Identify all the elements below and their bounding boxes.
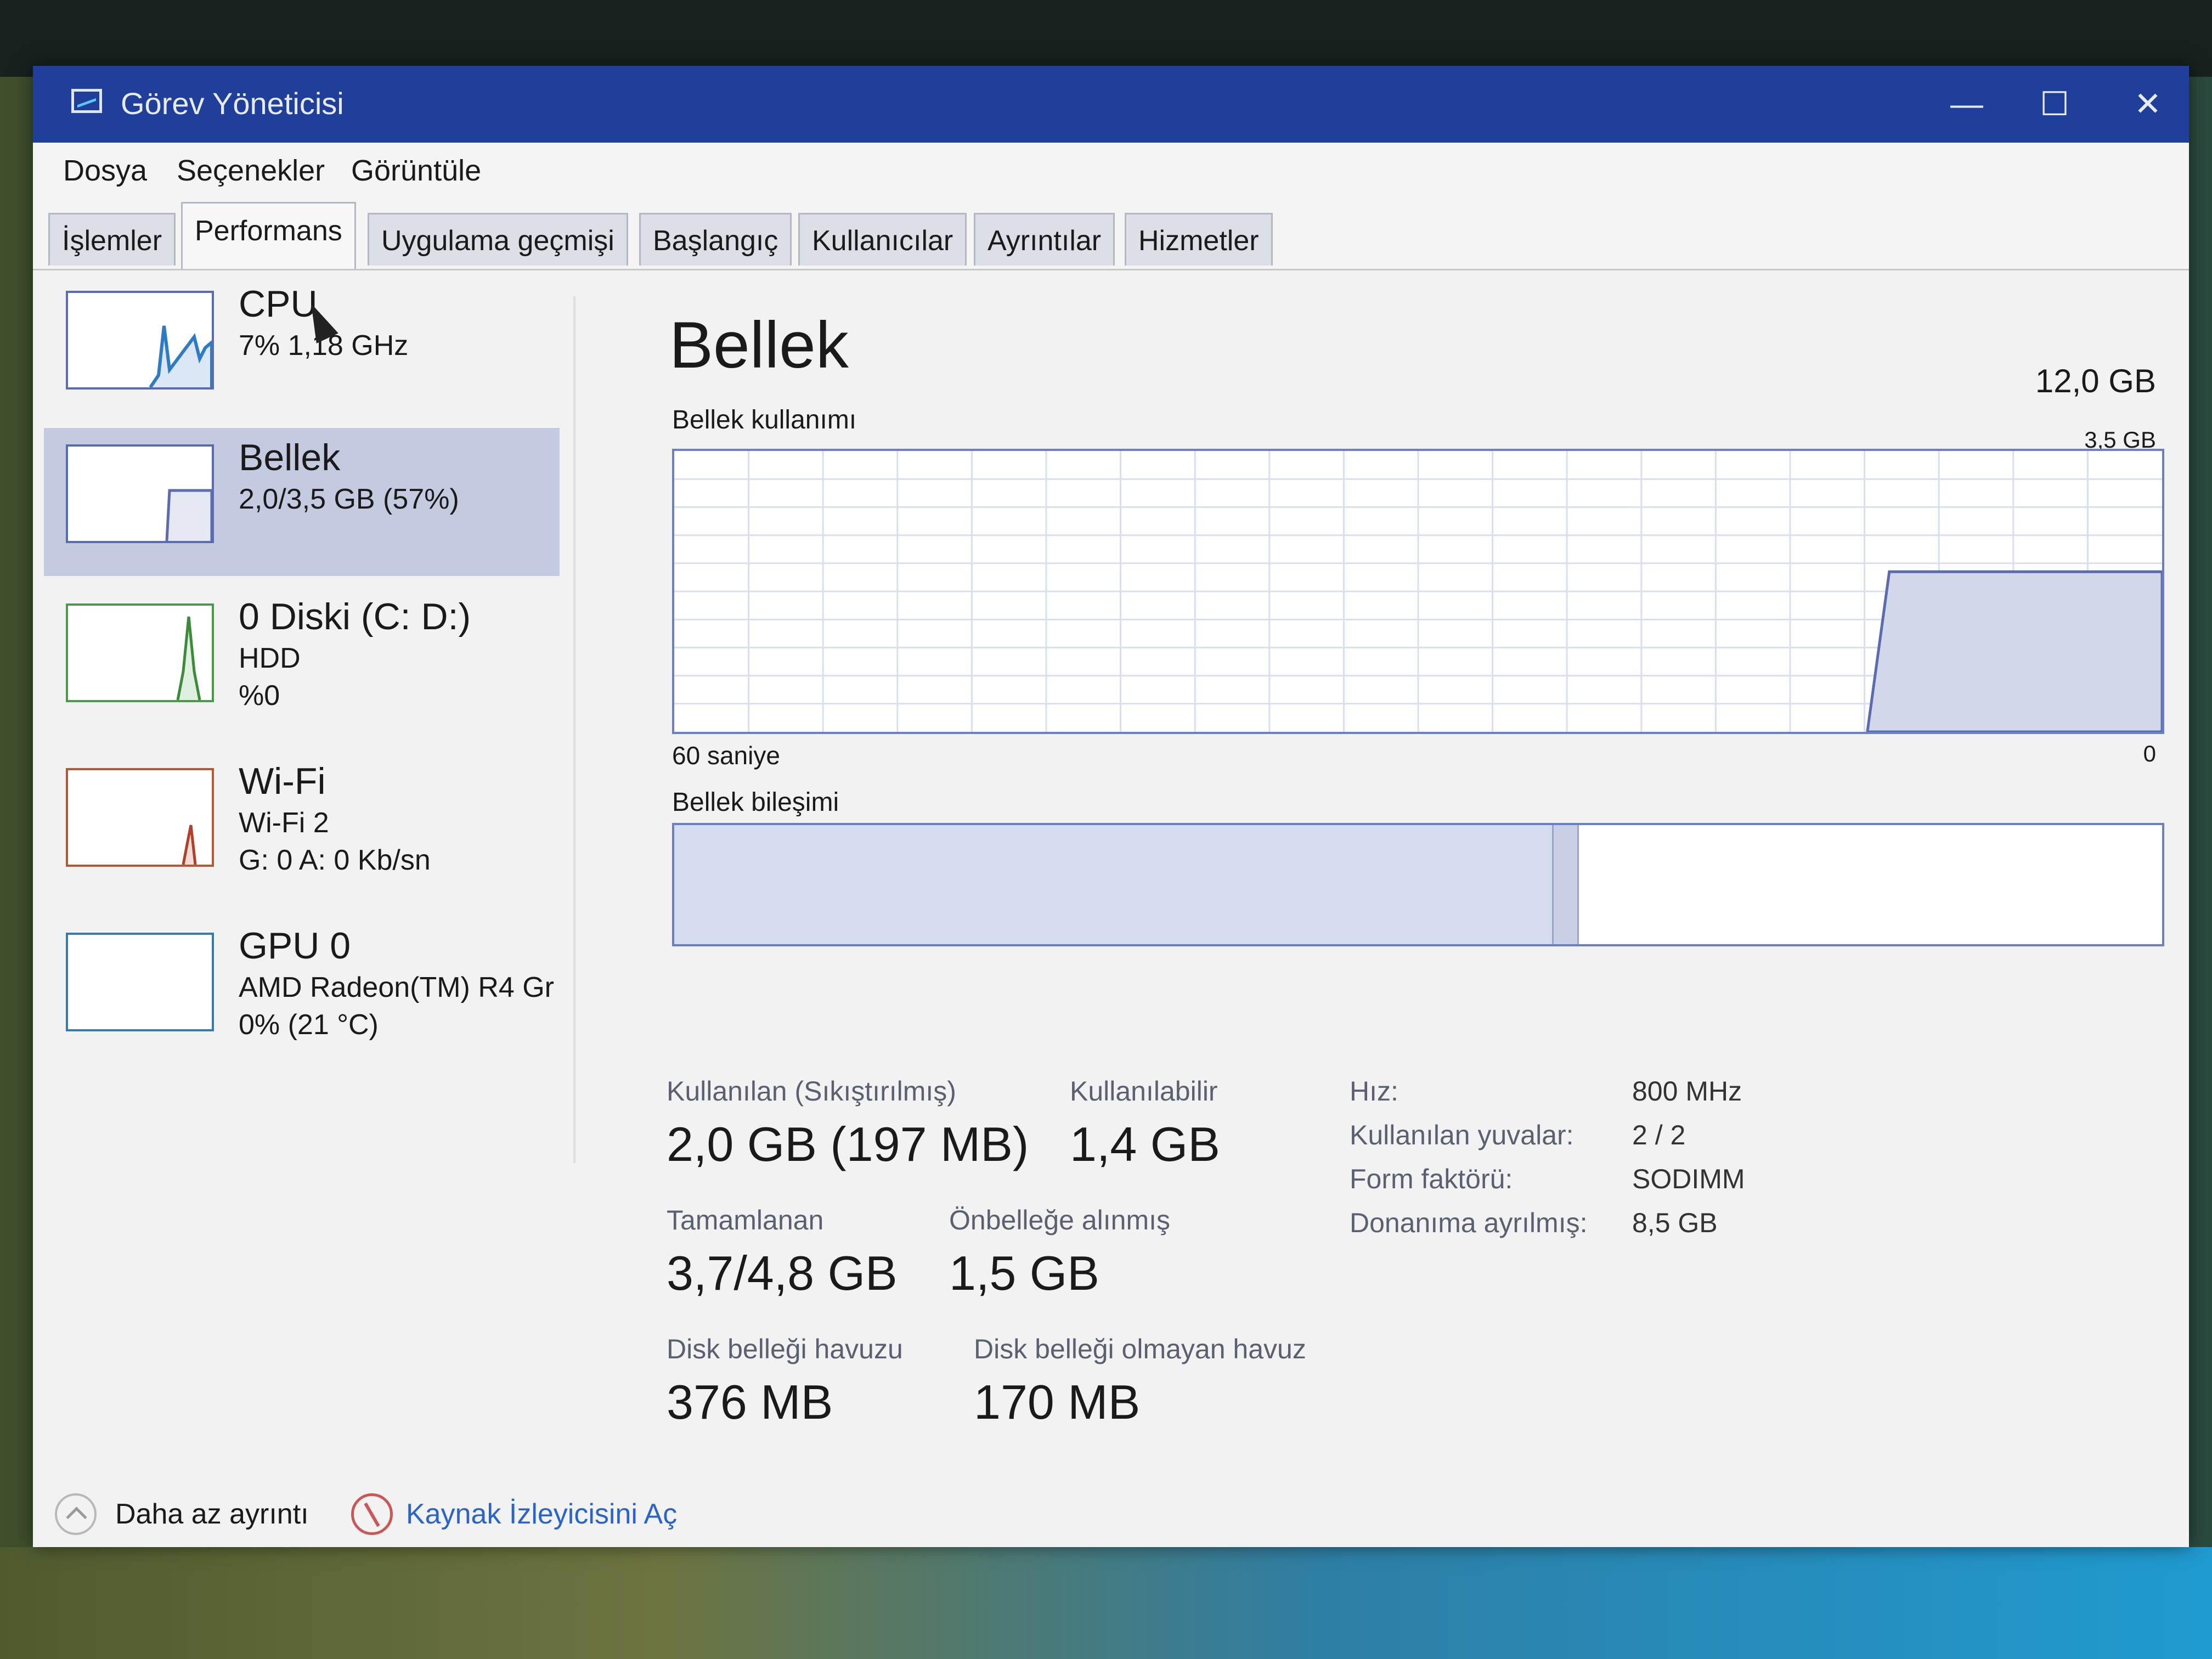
disk-thumbnail-graph [66, 603, 214, 702]
stat-available-label: Kullanılabilir [1070, 1076, 1218, 1107]
cpu-thumbnail-graph [66, 291, 214, 390]
open-resource-monitor-link[interactable]: Kaynak İzleyicisini Aç [406, 1498, 677, 1531]
stat-paged-pool-label: Disk belleği havuzu [667, 1334, 903, 1364]
close-button[interactable]: ✕ [2123, 82, 2172, 126]
tab-bar: İşlemler Performans Uygulama geçmişi Baş… [33, 198, 2189, 270]
maximize-button[interactable]: ☐ [2030, 82, 2079, 126]
fewer-details-button[interactable]: Daha az ayrıntı [115, 1498, 309, 1531]
memory-composition-label: Bellek bileşimi [672, 788, 839, 817]
stat-in-use-value: 2,0 GB (197 MB) [667, 1117, 1029, 1171]
resource-monitor-icon[interactable] [351, 1493, 393, 1535]
memory-capacity: 12,0 GB [2035, 363, 2156, 399]
stat-cached-value: 1,5 GB [949, 1246, 1099, 1300]
sidebar-item-subtitle: Wi-Fi 2 [239, 807, 329, 839]
prop-speed-value: 800 MHz [1632, 1076, 1742, 1107]
menu-options[interactable]: Seçenekler [177, 154, 325, 188]
stat-committed-value: 3,7/4,8 GB [667, 1246, 898, 1300]
tab-app-history[interactable]: Uygulama geçmişi [368, 213, 628, 266]
sidebar-item-detail: 0% (21 °C) [239, 1009, 379, 1041]
stat-in-use-label: Kullanılan (Sıkıştırılmış) [667, 1076, 956, 1107]
stat-available-value: 1,4 GB [1070, 1117, 1220, 1171]
sidebar-divider [573, 296, 575, 1163]
memory-usage-area [1866, 570, 2162, 732]
stat-cached-label: Önbelleğe alınmış [949, 1205, 1171, 1235]
tab-services[interactable]: Hizmetler [1125, 213, 1273, 266]
sidebar-item-title: Wi-Fi [239, 760, 326, 802]
desktop-background-right [2189, 77, 2212, 1558]
sidebar-item-title: 0 Diski (C: D:) [239, 596, 471, 637]
tab-performance[interactable]: Performans [181, 202, 356, 269]
stat-paged-pool-value: 376 MB [667, 1375, 833, 1429]
tab-startup[interactable]: Başlangıç [639, 213, 792, 266]
stat-nonpaged-pool-value: 170 MB [974, 1375, 1141, 1429]
desktop-background-bottom [0, 1547, 2212, 1659]
sidebar-item-subtitle: AMD Radeon(TM) R4 Gr [239, 972, 554, 1003]
menu-view[interactable]: Görüntüle [351, 154, 481, 188]
tab-details[interactable]: Ayrıntılar [974, 213, 1115, 266]
stat-committed-label: Tamamlanan [667, 1205, 824, 1235]
graph-time-span: 60 saniye [672, 741, 780, 770]
sidebar-item-detail: G: 0 A: 0 Kb/sn [239, 844, 431, 876]
tab-users[interactable]: Kullanıcılar [798, 213, 967, 266]
memory-composition-bar [672, 823, 2164, 946]
chevron-up-icon[interactable] [55, 1493, 97, 1535]
sidebar-item-subtitle: HDD [239, 642, 301, 674]
memory-usage-label: Bellek kullanımı [672, 405, 857, 435]
page-title: Bellek [669, 308, 849, 382]
task-manager-window: Görev Yöneticisi — ☐ ✕ Dosya Seçenekler … [33, 66, 2189, 1547]
prop-form-factor-value: SODIMM [1632, 1164, 1745, 1194]
sidebar-item-title: Bellek [239, 437, 341, 478]
memory-thumbnail-graph [66, 444, 214, 543]
prop-slots-label: Kullanılan yuvalar: [1350, 1120, 1574, 1150]
title-bar[interactable]: Görev Yöneticisi — ☐ ✕ [33, 66, 2189, 143]
footer: Daha az ayrıntı Kaynak İzleyicisini Aç [33, 1481, 2189, 1547]
composition-in-use [674, 825, 1553, 944]
sidebar-item-memory[interactable]: Bellek 2,0/3,5 GB (57%) [44, 428, 560, 576]
prop-hardware-reserved-value: 8,5 GB [1632, 1207, 1718, 1238]
gpu-thumbnail-graph [66, 933, 214, 1031]
sidebar-item-cpu[interactable]: CPU 7% 1,18 GHz [44, 274, 560, 422]
wifi-thumbnail-graph [66, 768, 214, 867]
sidebar-item-disk[interactable]: 0 Diski (C: D:) HDD %0 [44, 587, 560, 735]
desktop-background-top [0, 0, 2212, 77]
graph-time-end: 0 [2143, 741, 2156, 766]
memory-detail-panel: Bellek 12,0 GB Bellek kullanımı 3,5 GB 6… [636, 274, 2164, 1481]
prop-speed-label: Hız: [1350, 1076, 1398, 1107]
composition-modified [1552, 825, 1579, 944]
sidebar-item-wifi[interactable]: Wi-Fi Wi-Fi 2 G: 0 A: 0 Kb/sn [44, 752, 560, 900]
sidebar-item-gpu[interactable]: GPU 0 AMD Radeon(TM) R4 Gr 0% (21 °C) [44, 916, 560, 1064]
task-manager-icon [71, 89, 102, 113]
menu-file[interactable]: Dosya [63, 154, 147, 188]
prop-form-factor-label: Form faktörü: [1350, 1164, 1513, 1194]
prop-slots-value: 2 / 2 [1632, 1120, 1686, 1150]
prop-hardware-reserved-label: Donanıma ayrılmış: [1350, 1207, 1588, 1238]
memory-usage-graph [672, 449, 2164, 734]
performance-sidebar: CPU 7% 1,18 GHz Bellek 2,0/3,5 GB (57%) … [33, 274, 571, 1481]
stat-nonpaged-pool-label: Disk belleği olmayan havuz [974, 1334, 1306, 1364]
menu-bar: Dosya Seçenekler Görüntüle [33, 143, 2189, 198]
sidebar-item-subtitle: 2,0/3,5 GB (57%) [239, 483, 459, 515]
window-title: Görev Yöneticisi [121, 86, 344, 121]
minimize-button[interactable]: — [1942, 82, 1991, 126]
sidebar-item-title: GPU 0 [239, 925, 351, 967]
tab-processes[interactable]: İşlemler [48, 213, 176, 266]
sidebar-item-detail: %0 [239, 680, 280, 712]
